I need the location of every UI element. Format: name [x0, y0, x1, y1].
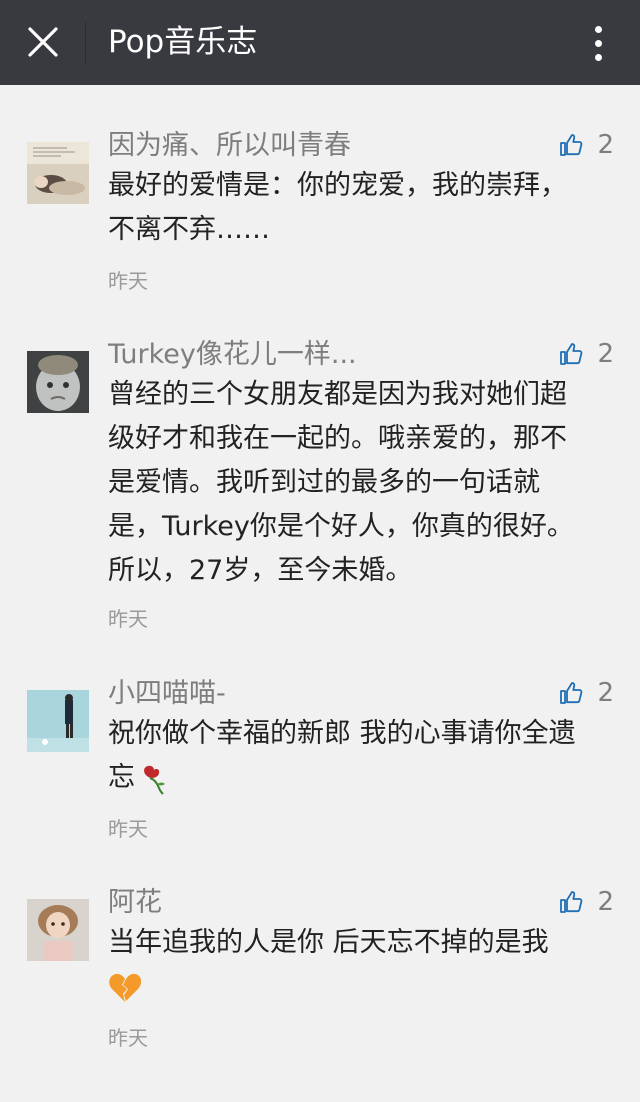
header-divider [85, 22, 86, 64]
comment-time: 昨天 [108, 607, 148, 631]
thumbs-up-icon [560, 343, 583, 365]
like-count: 2 [597, 339, 614, 369]
comment-nickname[interactable]: Turkey像花儿一样... [108, 337, 357, 373]
wilted-rose-emoji [144, 765, 165, 795]
comment-content: 曾经的三个女朋友都是因为我对她们超 级好才和我在一起的。哦亲爱的，那不 是爱情。… [108, 373, 608, 593]
like-button[interactable]: 2 [559, 130, 614, 160]
like-count: 2 [597, 130, 614, 160]
thumbs-up-icon [560, 682, 583, 704]
more-button[interactable] [576, 20, 620, 66]
thumbs-up-icon [560, 891, 583, 913]
broken-heart-emoji [109, 973, 142, 1002]
comment-nickname[interactable]: 小四喵喵- [108, 676, 226, 712]
comment-nickname[interactable]: 因为痛、所以叫青春 [108, 128, 351, 164]
comment-content: 最好的爱情是：你的宠爱，我的崇拜， 不离不弃…… [108, 164, 608, 252]
comment-line: 是，Turkey你是个好人，你真的很好。 [108, 511, 574, 542]
like-button[interactable]: 2 [559, 887, 614, 917]
comment-line: 当年追我的人是你 后天忘不掉的是我 [108, 927, 549, 958]
comment-time: 昨天 [108, 269, 148, 293]
thumbs-up-icon [560, 134, 583, 156]
more-vertical-icon [594, 25, 602, 33]
comment-line [108, 965, 608, 1009]
page-title: Pop音乐志 [108, 24, 258, 60]
comment-line: 祝你做个幸福的新郎 我的心事请你全遗 [108, 718, 576, 749]
top-bar: Pop音乐志 [0, 0, 640, 85]
comment-time: 昨天 [108, 817, 148, 841]
comment-line: 级好才和我在一起的。哦亲爱的，那不 [108, 423, 567, 454]
close-button[interactable] [22, 21, 64, 63]
comment-line: 是爱情。我听到过的最多的一句话就 [108, 467, 540, 498]
comment-line: 所以，27岁，至今未婚。 [108, 555, 413, 586]
comment-content: 当年追我的人是你 后天忘不掉的是我 [108, 921, 608, 1009]
like-count: 2 [597, 678, 614, 708]
comment-content: 祝你做个幸福的新郎 我的心事请你全遗 忘 [108, 712, 608, 800]
comment-time: 昨天 [108, 1026, 148, 1050]
avatar[interactable] [27, 142, 89, 204]
comment-nickname[interactable]: 阿花 [108, 885, 162, 921]
avatar[interactable] [27, 690, 89, 752]
avatar[interactable] [27, 351, 89, 413]
like-count: 2 [597, 887, 614, 917]
like-button[interactable]: 2 [559, 678, 614, 708]
comment-line: 曾经的三个女朋友都是因为我对她们超 [108, 379, 567, 410]
comment-line: 最好的爱情是：你的宠爱，我的崇拜， [108, 170, 567, 201]
comment-line: 忘 [108, 756, 608, 800]
close-icon [28, 27, 58, 57]
avatar[interactable] [27, 899, 89, 961]
like-button[interactable]: 2 [559, 339, 614, 369]
comment-line: 不离不弃…… [108, 214, 270, 245]
